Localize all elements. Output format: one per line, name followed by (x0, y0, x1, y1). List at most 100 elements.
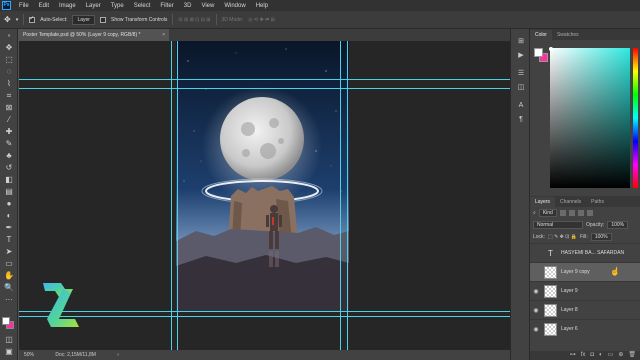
filter-pixel-icon[interactable] (559, 210, 566, 216)
eye-icon[interactable]: ◉ (530, 307, 542, 314)
foreground-color-swatch[interactable] (2, 317, 10, 325)
collapse-icon[interactable]: » (4, 31, 14, 41)
guide-line[interactable] (19, 311, 510, 312)
adjustment-layer-icon[interactable]: ◐ (599, 351, 603, 360)
paragraph-icon[interactable]: ¶ (516, 115, 526, 125)
menu-view[interactable]: View (196, 3, 219, 9)
healing-brush-tool-icon[interactable]: ✚ (4, 127, 14, 137)
hand-tool-icon[interactable]: ✋ (4, 271, 14, 281)
tab-color[interactable]: Color (530, 30, 552, 40)
blend-row: Normal Opacity: 100% (530, 219, 640, 231)
color-picker-cursor[interactable] (549, 47, 553, 51)
quick-mask-icon[interactable]: ◫ (4, 335, 14, 345)
zoom-level[interactable]: 50% (24, 352, 34, 358)
guide-line[interactable] (347, 41, 348, 350)
menu-type[interactable]: Type (106, 3, 129, 9)
move-tool-icon[interactable]: ✥ (4, 15, 11, 24)
quick-select-tool-icon[interactable]: ⌇ (4, 79, 14, 89)
tab-channels[interactable]: Channels (555, 197, 586, 207)
zoom-tool-icon[interactable]: 🔍 (4, 283, 14, 293)
clone-stamp-tool-icon[interactable]: ♣ (4, 151, 14, 161)
fill-input[interactable]: 100% (590, 233, 612, 241)
layer-row-selected[interactable]: Layer 9 copy ☝ (530, 262, 640, 281)
align-icons[interactable]: ⊟ ⊞ ⊠ ⊡ ⊟ ⊞ (178, 17, 210, 23)
gradient-tool-icon[interactable]: ▤ (4, 187, 14, 197)
eye-icon[interactable]: ◉ (530, 326, 542, 333)
auto-select-dropdown[interactable]: Layer (72, 14, 95, 25)
guide-line[interactable] (19, 88, 510, 89)
more-tools-icon[interactable]: ··· (4, 295, 14, 305)
eraser-tool-icon[interactable]: ◧ (4, 175, 14, 185)
menu-3d[interactable]: 3D (179, 3, 197, 9)
fx-icon[interactable]: fx (581, 351, 586, 360)
crop-tool-icon[interactable]: ⌗ (4, 91, 14, 101)
foreground-color-swatch[interactable] (534, 48, 543, 57)
filter-shape-icon[interactable] (586, 210, 593, 216)
dodge-tool-icon[interactable]: ◐ (4, 211, 14, 221)
layer-row[interactable]: ◉ Layer 8 (530, 300, 640, 319)
filter-type-icon[interactable] (577, 210, 584, 216)
hue-slider[interactable] (633, 48, 638, 188)
frame-tool-icon[interactable]: ⊠ (4, 103, 14, 113)
tab-layers[interactable]: Layers (530, 197, 556, 207)
move-tool-icon[interactable]: ✥ (4, 43, 14, 53)
document-tab[interactable]: Poster Template.psd @ 50% (Layer 9 copy,… (19, 29, 169, 41)
layer-row[interactable]: ◉ Layer 9 (530, 281, 640, 300)
lasso-tool-icon[interactable]: ◌ (4, 67, 14, 77)
trash-icon[interactable]: 🗑 (628, 351, 636, 360)
type-tool-icon[interactable]: T (4, 235, 14, 245)
marquee-tool-icon[interactable]: ⬚ (4, 55, 14, 65)
chevron-right-icon[interactable]: › (117, 352, 119, 358)
layer-row[interactable]: T HASYEMI BA... SAFARDAN (530, 243, 640, 262)
eye-icon[interactable]: ◉ (530, 288, 542, 295)
menu-bar: Ps File Edit Image Layer Type Select Fil… (0, 0, 640, 11)
menu-layer[interactable]: Layer (81, 3, 106, 9)
guide-line[interactable] (19, 316, 510, 317)
mask-icon[interactable]: ◘ (590, 351, 594, 360)
auto-select-checkbox[interactable] (29, 15, 36, 23)
tab-swatches[interactable]: Swatches (552, 30, 584, 40)
guide-line[interactable] (340, 41, 341, 350)
close-icon[interactable]: × (162, 29, 165, 41)
blend-mode-dropdown[interactable]: Normal (533, 221, 583, 229)
transform-controls-checkbox[interactable] (99, 16, 106, 23)
text-layer-icon: T (548, 248, 553, 258)
folder-icon[interactable]: ▭ (608, 351, 614, 360)
filter-adjustment-icon[interactable] (568, 210, 575, 216)
link-icon[interactable]: ⊶ (570, 351, 576, 360)
history-brush-tool-icon[interactable]: ↺ (4, 163, 14, 173)
menu-file[interactable]: File (14, 3, 34, 9)
history-icon[interactable]: ⊞ (516, 37, 526, 47)
tab-paths[interactable]: Paths (586, 197, 609, 207)
menu-select[interactable]: Select (129, 3, 156, 9)
properties-icon[interactable]: ☰ (516, 69, 526, 79)
layer-kind-filter[interactable]: Kind (538, 209, 557, 217)
eyedropper-tool-icon[interactable]: ⁄ (4, 115, 14, 125)
menu-filter[interactable]: Filter (155, 3, 178, 9)
color-picker-field[interactable] (550, 48, 630, 188)
brush-tool-icon[interactable]: ✎ (4, 139, 14, 149)
actions-icon[interactable]: ▶ (516, 51, 526, 61)
character-icon[interactable]: A (516, 101, 526, 111)
opacity-input[interactable]: 100% (607, 221, 629, 229)
lock-icons[interactable]: ⬚ ✎ ✥ ⊡ 🔒 (548, 234, 577, 240)
pen-tool-icon[interactable]: ✒ (4, 223, 14, 233)
canvas-area[interactable] (19, 41, 510, 350)
menu-edit[interactable]: Edit (34, 3, 54, 9)
3d-mode-icons[interactable]: ◎ ⟲ ✥ ⇄ ⊞ (248, 17, 275, 23)
chevron-down-icon[interactable]: ▾ (16, 17, 19, 23)
path-selection-tool-icon[interactable]: ➤ (4, 247, 14, 257)
screen-mode-icon[interactable]: ▣ (4, 347, 14, 357)
blur-tool-icon[interactable]: ● (4, 199, 14, 209)
menu-window[interactable]: Window (219, 3, 250, 9)
menu-help[interactable]: Help (251, 3, 273, 9)
layer-row[interactable]: ◉ Layer 6 (530, 319, 640, 338)
poster-artboard[interactable] (176, 41, 349, 311)
new-layer-icon[interactable]: ⊕ (618, 351, 623, 360)
shape-tool-icon[interactable]: ▭ (4, 259, 14, 269)
guide-line[interactable] (19, 79, 510, 80)
adjustments-icon[interactable]: ◫ (516, 83, 526, 93)
menu-image[interactable]: Image (54, 3, 81, 9)
guide-line[interactable] (171, 41, 172, 350)
guide-line[interactable] (177, 41, 178, 350)
